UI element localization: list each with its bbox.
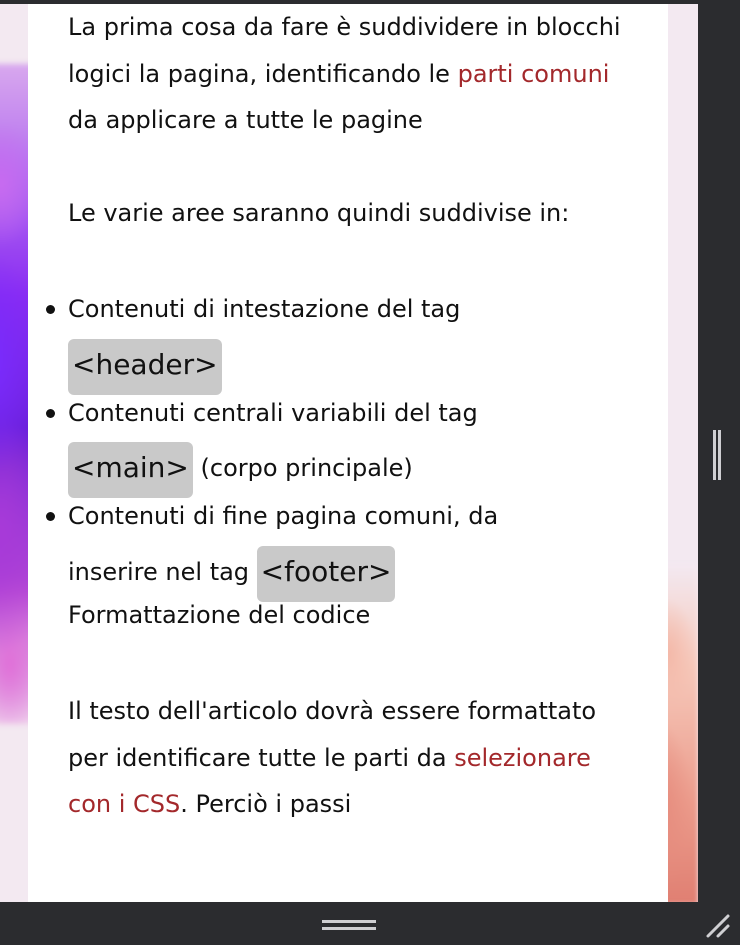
list-item-text: Contenuti di fine pagina comuni, da: [68, 502, 499, 530]
formatting-paragraph: Il testo dell'articolo dovrà essere form…: [68, 688, 628, 828]
link-parti-comuni[interactable]: parti comuni: [458, 60, 610, 88]
formatting-text-end: . Perciò i passi: [180, 790, 352, 818]
areas-paragraph: Le varie aree saranno quindi suddivise i…: [68, 198, 570, 227]
bottom-toolbar: [0, 902, 740, 945]
areas-list: Contenuti di intestazione del tag <heade…: [46, 286, 650, 602]
page-viewport: La prima cosa da fare è suddividere in b…: [0, 4, 698, 902]
list-item-line: <main> (corpo principale): [68, 436, 650, 498]
list-item-suffix: (corpo principale): [192, 454, 413, 482]
intro-text-end: da applicare a tutte le pagine: [68, 106, 423, 134]
list-item-line: <header>: [68, 333, 650, 395]
list-item-main: Contenuti centrali variabili del tag <ma…: [46, 390, 650, 498]
intro-paragraph: La prima cosa da fare è suddividere in b…: [68, 4, 628, 144]
code-header-tag: <header>: [68, 338, 222, 395]
resize-corner-icon[interactable]: [704, 912, 732, 940]
article-content: La prima cosa da fare è suddividere in b…: [28, 4, 668, 902]
scrollbar-handle-icon[interactable]: [713, 430, 721, 480]
list-item-prefix: inserire nel tag: [68, 557, 257, 586]
drag-handle-icon[interactable]: [322, 920, 376, 930]
list-item-header: Contenuti di intestazione del tag <heade…: [46, 286, 650, 395]
list-item-footer: Contenuti di fine pagina comuni, da inse…: [46, 493, 650, 602]
code-main-tag: <main>: [68, 442, 193, 498]
list-item-text: Contenuti centrali variabili del tag: [68, 398, 478, 427]
list-item-text: Contenuti di intestazione del tag: [68, 295, 461, 323]
list-item-line: inserire nel tag <footer>: [68, 540, 650, 602]
code-footer-tag: <footer>: [256, 545, 396, 602]
